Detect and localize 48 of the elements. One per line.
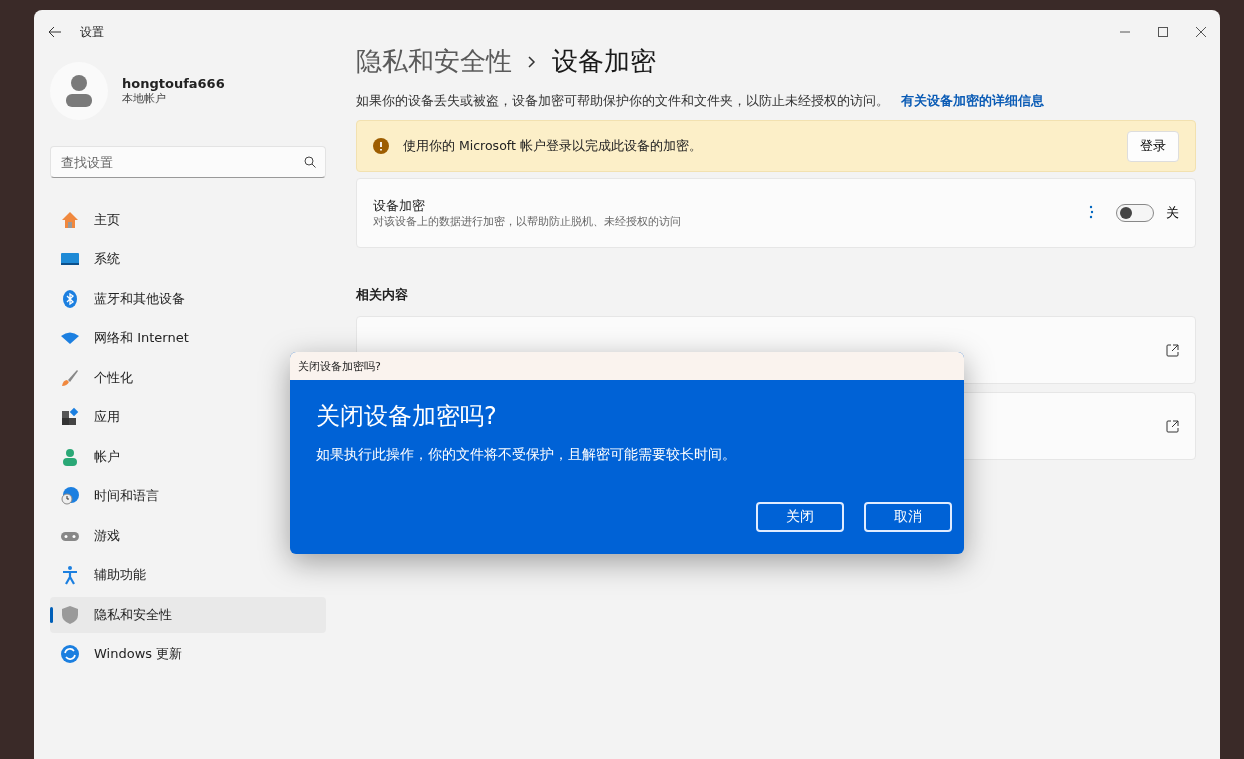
sign-in-button[interactable]: 登录 bbox=[1127, 130, 1179, 162]
maximize-icon[interactable] bbox=[1158, 27, 1168, 37]
search-icon bbox=[304, 156, 316, 168]
dialog-button[interactable]: 取消 bbox=[864, 502, 952, 532]
back-arrow-icon[interactable] bbox=[48, 26, 62, 38]
loading-spinner-icon bbox=[1088, 205, 1094, 221]
clock-globe-icon bbox=[60, 486, 80, 507]
toggle-state: 关 bbox=[1166, 204, 1179, 222]
sidebar-item[interactable]: Windows 更新 bbox=[50, 636, 326, 672]
account-name: hongtoufa666 bbox=[122, 76, 225, 91]
setting-title: 设备加密 bbox=[373, 197, 426, 215]
sidebar-item[interactable]: 蓝牙和其他设备 bbox=[50, 281, 326, 317]
sidebar-item[interactable]: 主页 bbox=[50, 202, 326, 238]
shield-icon bbox=[60, 604, 80, 625]
chevron-icon bbox=[528, 55, 536, 68]
sidebar-item[interactable]: 辅助功能 bbox=[50, 557, 326, 593]
warning-icon bbox=[373, 138, 389, 154]
bluetooth-icon bbox=[60, 288, 80, 309]
external-link-icon[interactable] bbox=[1166, 343, 1179, 357]
account-type: 本地帐户 bbox=[122, 91, 167, 106]
brush-icon bbox=[60, 367, 80, 388]
page-title: 设备加密 bbox=[552, 45, 656, 78]
dialog-title: 关闭设备加密吗? bbox=[316, 401, 498, 432]
section-title: 相关内容 bbox=[356, 286, 409, 304]
external-link-icon[interactable] bbox=[1166, 419, 1179, 433]
warning-text: 使用你的 Microsoft 帐户登录以完成此设备的加密。 bbox=[403, 137, 702, 155]
search-field[interactable]: 查找设置 bbox=[50, 146, 326, 178]
home-icon bbox=[60, 209, 80, 230]
sidebar-item[interactable]: 隐私和安全性 bbox=[50, 597, 326, 633]
details-link[interactable]: 有关设备加密的详细信息 bbox=[901, 93, 1044, 108]
sidebar-item[interactable]: 系统 bbox=[50, 241, 326, 277]
description-text: 如果你的设备丢失或被盗，设备加密可帮助保护你的文件和文件夹，以防止未经授权的访问。 有关设备加密的详细信息 bbox=[356, 93, 1045, 110]
window-title: 设置 bbox=[80, 23, 104, 41]
setting-description: 对该设备上的数据进行加密，以帮助防止脱机、未经授权的访问 bbox=[373, 214, 681, 229]
accessibility-icon bbox=[60, 565, 80, 586]
person-icon bbox=[60, 446, 80, 467]
dialog-message: 如果执行此操作，你的文件将不受保护，且解密可能需要较长时间。 bbox=[316, 446, 737, 464]
close-icon[interactable] bbox=[1196, 27, 1206, 37]
sidebar-item[interactable]: 游戏 bbox=[50, 518, 326, 554]
apps-icon bbox=[60, 407, 80, 428]
dialog-caption: 关闭设备加密吗? bbox=[290, 352, 964, 380]
person-silhouette-icon bbox=[64, 74, 94, 108]
breadcrumb-parent[interactable]: 隐私和安全性 bbox=[356, 44, 512, 79]
sidebar-item[interactable]: 时间和语言 bbox=[50, 478, 326, 514]
refresh-icon bbox=[60, 644, 80, 665]
toggle-switch[interactable] bbox=[1116, 204, 1154, 222]
dialog-button[interactable]: 关闭 bbox=[756, 502, 844, 532]
selection-indicator bbox=[50, 607, 53, 623]
